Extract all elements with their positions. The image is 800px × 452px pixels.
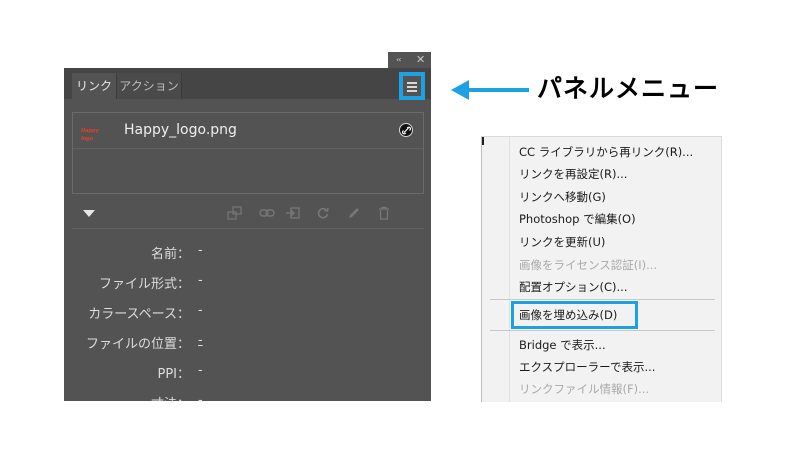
embedded-link-icon: [399, 123, 413, 137]
panel-menu-button[interactable]: [399, 72, 425, 100]
menu-item-relink[interactable]: リンクを再設定(R)...: [519, 166, 627, 182]
link-filename: Happy_logo.png: [124, 122, 237, 138]
info-label: ファイル形式：: [98, 277, 190, 292]
info-label: 名前：: [150, 247, 190, 262]
panel-context-menu: CC ライブラリから再リンク(R)... リンクを再設定(R)... リンクへ移…: [481, 136, 722, 402]
menu-item-relink-cc[interactable]: CC ライブラリから再リンク(R)...: [519, 144, 693, 160]
links-panel: ‹‹ ✕ リンク アクション Happy logo Happy_logo.png: [64, 52, 431, 401]
menu-corner: [482, 137, 484, 145]
menu-item-update-link[interactable]: リンクを更新(U): [519, 234, 605, 250]
menu-item-show-in-explorer[interactable]: エクスプローラーで表示...: [519, 359, 655, 375]
callout-label: パネルメニュー: [537, 74, 720, 103]
menu-item-show-in-bridge[interactable]: Bridge で表示...: [519, 337, 606, 353]
info-value: -: [198, 243, 203, 258]
menu-item-link-file-info: リンクファイル情報(F)...: [519, 382, 650, 396]
menu-item-edit-photoshop[interactable]: Photoshop で編集(O): [519, 211, 636, 227]
list-item[interactable]: Happy logo Happy_logo.png: [73, 113, 423, 149]
panel-body: リンク アクション Happy logo Happy_logo.png 名前： …: [64, 68, 431, 401]
info-row-ppi: PPI： -: [72, 363, 424, 383]
menu-gutter: [482, 137, 510, 402]
disclosure-triangle-icon[interactable]: [83, 210, 95, 217]
tab-links[interactable]: リンク: [72, 73, 116, 99]
link-list: Happy logo Happy_logo.png: [72, 112, 424, 194]
callout-arrow: [451, 80, 529, 100]
relink-icon[interactable]: [259, 206, 275, 220]
info-value: -: [198, 303, 203, 318]
info-row-colorspace: カラースペース： -: [72, 303, 424, 323]
collapse-icon[interactable]: ‹‹: [396, 56, 402, 64]
info-row-format: ファイル形式： -: [72, 273, 424, 293]
info-row-name: 名前： -: [72, 243, 424, 263]
info-value-link[interactable]: -: [198, 333, 203, 348]
go-to-link-icon[interactable]: [285, 206, 300, 220]
info-label: カラースペース：: [88, 307, 190, 322]
info-row-dimensions: 寸法： -: [72, 393, 424, 401]
info-label: PPI：: [157, 367, 190, 382]
edit-original-icon[interactable]: [347, 206, 361, 220]
tab-bar: リンク アクション: [64, 68, 431, 99]
close-icon[interactable]: ✕: [416, 54, 425, 65]
link-toolbar: [64, 204, 431, 224]
trash-icon[interactable]: [377, 206, 391, 220]
relink-from-cc-icon[interactable]: [227, 206, 242, 220]
info-value: -: [198, 363, 203, 378]
info-value: -: [198, 273, 203, 288]
panel-topbar: ‹‹ ✕: [64, 52, 431, 68]
info-value: -: [198, 393, 203, 401]
info-row-location: ファイルの位置： -: [72, 333, 424, 353]
menu-item-embed-image[interactable]: 画像を埋め込み(D): [519, 307, 617, 323]
menu-item-license-image: 画像をライセンス認証(I)...: [519, 258, 658, 272]
hamburger-icon: [407, 82, 417, 94]
update-link-icon[interactable]: [316, 206, 330, 220]
menu-item-go-to-link[interactable]: リンクへ移動(G): [519, 189, 606, 205]
info-label: ファイルの位置：: [85, 337, 190, 352]
menu-separator: [490, 299, 715, 300]
menu-separator: [490, 330, 715, 331]
link-info-section: 名前： - ファイル形式： - カラースペース： - ファイルの位置： - PP…: [72, 228, 424, 401]
tab-actions[interactable]: アクション: [116, 73, 182, 99]
info-label: 寸法：: [151, 393, 190, 401]
menu-item-placement-options[interactable]: 配置オプション(C)...: [519, 279, 627, 295]
link-thumbnail: Happy logo: [81, 128, 99, 142]
